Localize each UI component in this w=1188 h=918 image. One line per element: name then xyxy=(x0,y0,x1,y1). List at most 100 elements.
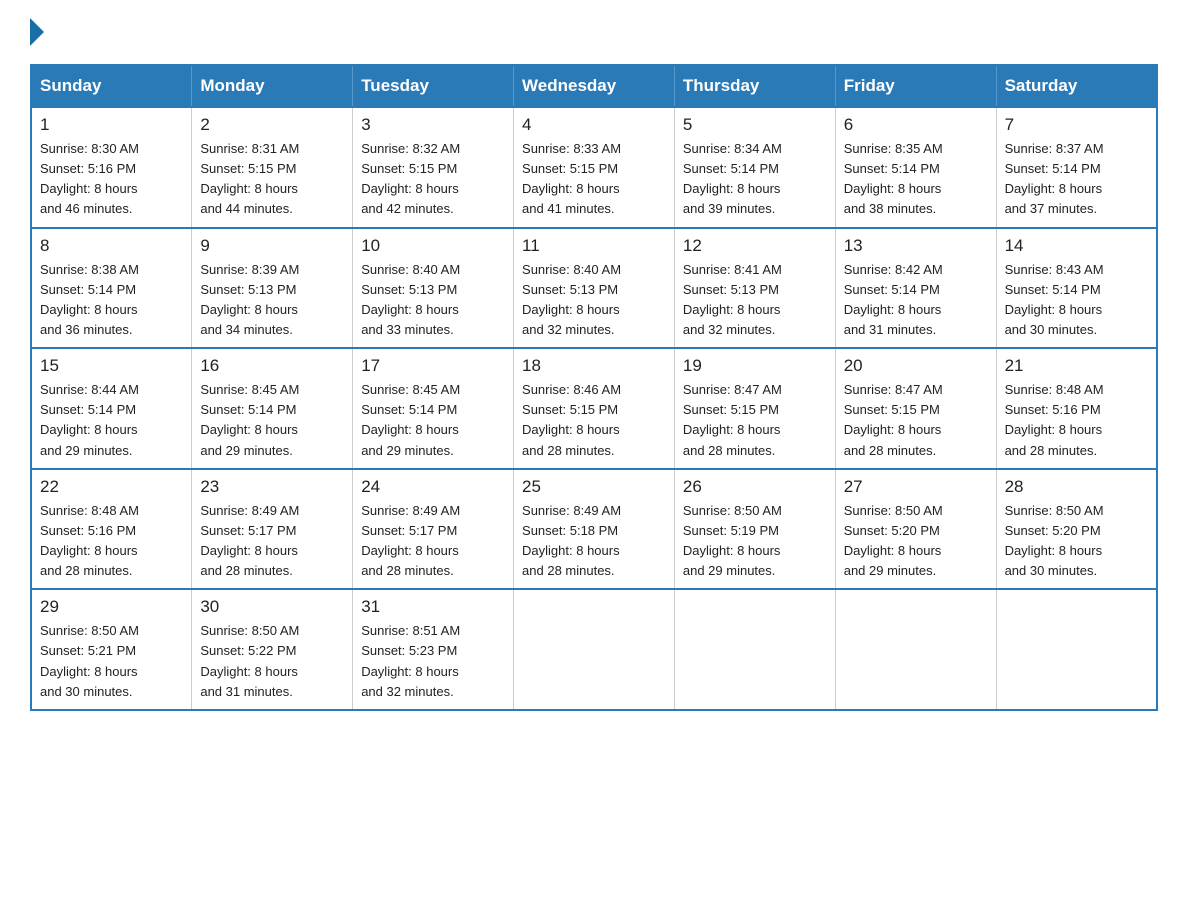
day-info: Sunrise: 8:30 AMSunset: 5:16 PMDaylight:… xyxy=(40,139,183,220)
day-info: Sunrise: 8:47 AMSunset: 5:15 PMDaylight:… xyxy=(844,380,988,461)
day-number: 1 xyxy=(40,115,183,135)
day-info: Sunrise: 8:50 AMSunset: 5:19 PMDaylight:… xyxy=(683,501,827,582)
day-number: 25 xyxy=(522,477,666,497)
calendar-week-row: 15 Sunrise: 8:44 AMSunset: 5:14 PMDayligh… xyxy=(31,348,1157,469)
calendar-cell: 10 Sunrise: 8:40 AMSunset: 5:13 PMDayligh… xyxy=(353,228,514,349)
day-info: Sunrise: 8:34 AMSunset: 5:14 PMDaylight:… xyxy=(683,139,827,220)
calendar-cell: 19 Sunrise: 8:47 AMSunset: 5:15 PMDayligh… xyxy=(674,348,835,469)
calendar-cell: 17Sunrise: 8:45 AMSunset: 5:14 PMDayligh… xyxy=(353,348,514,469)
day-number: 2 xyxy=(200,115,344,135)
weekday-header-row: SundayMondayTuesdayWednesdayThursdayFrid… xyxy=(31,65,1157,107)
day-number: 17 xyxy=(361,356,505,376)
day-info: Sunrise: 8:50 AMSunset: 5:21 PMDaylight:… xyxy=(40,621,183,702)
day-info: Sunrise: 8:40 AMSunset: 5:13 PMDaylight:… xyxy=(522,260,666,341)
day-number: 29 xyxy=(40,597,183,617)
calendar-cell: 9 Sunrise: 8:39 AMSunset: 5:13 PMDaylight… xyxy=(192,228,353,349)
calendar-cell: 30 Sunrise: 8:50 AMSunset: 5:22 PMDayligh… xyxy=(192,589,353,710)
weekday-header-wednesday: Wednesday xyxy=(514,65,675,107)
calendar-cell: 2 Sunrise: 8:31 AMSunset: 5:15 PMDaylight… xyxy=(192,107,353,228)
day-info: Sunrise: 8:43 AMSunset: 5:14 PMDaylight:… xyxy=(1005,260,1148,341)
calendar-cell: 5Sunrise: 8:34 AMSunset: 5:14 PMDaylight… xyxy=(674,107,835,228)
day-info: Sunrise: 8:46 AMSunset: 5:15 PMDaylight:… xyxy=(522,380,666,461)
calendar-cell: 7Sunrise: 8:37 AMSunset: 5:14 PMDaylight… xyxy=(996,107,1157,228)
day-info: Sunrise: 8:49 AMSunset: 5:18 PMDaylight:… xyxy=(522,501,666,582)
logo xyxy=(30,20,47,46)
day-number: 26 xyxy=(683,477,827,497)
weekday-header-friday: Friday xyxy=(835,65,996,107)
day-number: 22 xyxy=(40,477,183,497)
day-number: 13 xyxy=(844,236,988,256)
calendar-cell: 31Sunrise: 8:51 AMSunset: 5:23 PMDayligh… xyxy=(353,589,514,710)
day-number: 8 xyxy=(40,236,183,256)
logo-blue-row xyxy=(30,22,47,46)
day-info: Sunrise: 8:39 AMSunset: 5:13 PMDaylight:… xyxy=(200,260,344,341)
header xyxy=(30,20,1158,46)
day-number: 31 xyxy=(361,597,505,617)
calendar-cell: 8Sunrise: 8:38 AMSunset: 5:14 PMDaylight… xyxy=(31,228,192,349)
weekday-header-saturday: Saturday xyxy=(996,65,1157,107)
calendar-cell: 3 Sunrise: 8:32 AMSunset: 5:15 PMDaylight… xyxy=(353,107,514,228)
day-info: Sunrise: 8:47 AMSunset: 5:15 PMDaylight:… xyxy=(683,380,827,461)
weekday-header-monday: Monday xyxy=(192,65,353,107)
day-info: Sunrise: 8:44 AMSunset: 5:14 PMDaylight:… xyxy=(40,380,183,461)
day-info: Sunrise: 8:49 AMSunset: 5:17 PMDaylight:… xyxy=(361,501,505,582)
calendar-cell: 28 Sunrise: 8:50 AMSunset: 5:20 PMDayligh… xyxy=(996,469,1157,590)
day-info: Sunrise: 8:40 AMSunset: 5:13 PMDaylight:… xyxy=(361,260,505,341)
calendar-week-row: 8Sunrise: 8:38 AMSunset: 5:14 PMDaylight… xyxy=(31,228,1157,349)
day-number: 11 xyxy=(522,236,666,256)
calendar-cell: 18 Sunrise: 8:46 AMSunset: 5:15 PMDayligh… xyxy=(514,348,675,469)
calendar-week-row: 1 Sunrise: 8:30 AMSunset: 5:16 PMDaylight… xyxy=(31,107,1157,228)
day-info: Sunrise: 8:48 AMSunset: 5:16 PMDaylight:… xyxy=(40,501,183,582)
day-number: 21 xyxy=(1005,356,1148,376)
calendar-cell: 27 Sunrise: 8:50 AMSunset: 5:20 PMDayligh… xyxy=(835,469,996,590)
day-info: Sunrise: 8:32 AMSunset: 5:15 PMDaylight:… xyxy=(361,139,505,220)
day-number: 4 xyxy=(522,115,666,135)
day-number: 16 xyxy=(200,356,344,376)
calendar-cell: 11 Sunrise: 8:40 AMSunset: 5:13 PMDayligh… xyxy=(514,228,675,349)
calendar-cell: 15 Sunrise: 8:44 AMSunset: 5:14 PMDayligh… xyxy=(31,348,192,469)
day-number: 24 xyxy=(361,477,505,497)
day-info: Sunrise: 8:45 AMSunset: 5:14 PMDaylight:… xyxy=(200,380,344,461)
calendar-cell xyxy=(835,589,996,710)
day-info: Sunrise: 8:31 AMSunset: 5:15 PMDaylight:… xyxy=(200,139,344,220)
calendar-week-row: 29 Sunrise: 8:50 AMSunset: 5:21 PMDayligh… xyxy=(31,589,1157,710)
day-info: Sunrise: 8:50 AMSunset: 5:20 PMDaylight:… xyxy=(1005,501,1148,582)
calendar-cell: 22 Sunrise: 8:48 AMSunset: 5:16 PMDayligh… xyxy=(31,469,192,590)
day-number: 6 xyxy=(844,115,988,135)
day-info: Sunrise: 8:42 AMSunset: 5:14 PMDaylight:… xyxy=(844,260,988,341)
day-number: 19 xyxy=(683,356,827,376)
calendar-cell: 20 Sunrise: 8:47 AMSunset: 5:15 PMDayligh… xyxy=(835,348,996,469)
day-info: Sunrise: 8:33 AMSunset: 5:15 PMDaylight:… xyxy=(522,139,666,220)
calendar-table: SundayMondayTuesdayWednesdayThursdayFrid… xyxy=(30,64,1158,711)
day-number: 15 xyxy=(40,356,183,376)
calendar-cell: 23 Sunrise: 8:49 AMSunset: 5:17 PMDayligh… xyxy=(192,469,353,590)
day-info: Sunrise: 8:50 AMSunset: 5:20 PMDaylight:… xyxy=(844,501,988,582)
day-number: 27 xyxy=(844,477,988,497)
calendar-cell: 4 Sunrise: 8:33 AMSunset: 5:15 PMDaylight… xyxy=(514,107,675,228)
calendar-cell: 16 Sunrise: 8:45 AMSunset: 5:14 PMDayligh… xyxy=(192,348,353,469)
day-number: 18 xyxy=(522,356,666,376)
day-number: 20 xyxy=(844,356,988,376)
calendar-cell: 21Sunrise: 8:48 AMSunset: 5:16 PMDayligh… xyxy=(996,348,1157,469)
calendar-cell: 14Sunrise: 8:43 AMSunset: 5:14 PMDayligh… xyxy=(996,228,1157,349)
calendar-cell: 29 Sunrise: 8:50 AMSunset: 5:21 PMDayligh… xyxy=(31,589,192,710)
calendar-cell xyxy=(514,589,675,710)
calendar-week-row: 22 Sunrise: 8:48 AMSunset: 5:16 PMDayligh… xyxy=(31,469,1157,590)
calendar-cell: 25 Sunrise: 8:49 AMSunset: 5:18 PMDayligh… xyxy=(514,469,675,590)
day-number: 10 xyxy=(361,236,505,256)
calendar-cell: 1 Sunrise: 8:30 AMSunset: 5:16 PMDaylight… xyxy=(31,107,192,228)
weekday-header-tuesday: Tuesday xyxy=(353,65,514,107)
day-number: 3 xyxy=(361,115,505,135)
logo-triangle-icon xyxy=(30,18,44,46)
day-number: 23 xyxy=(200,477,344,497)
day-info: Sunrise: 8:50 AMSunset: 5:22 PMDaylight:… xyxy=(200,621,344,702)
day-info: Sunrise: 8:41 AMSunset: 5:13 PMDaylight:… xyxy=(683,260,827,341)
day-number: 7 xyxy=(1005,115,1148,135)
day-number: 9 xyxy=(200,236,344,256)
day-number: 12 xyxy=(683,236,827,256)
day-number: 28 xyxy=(1005,477,1148,497)
calendar-cell: 12 Sunrise: 8:41 AMSunset: 5:13 PMDayligh… xyxy=(674,228,835,349)
day-info: Sunrise: 8:49 AMSunset: 5:17 PMDaylight:… xyxy=(200,501,344,582)
day-number: 30 xyxy=(200,597,344,617)
calendar-cell: 13 Sunrise: 8:42 AMSunset: 5:14 PMDayligh… xyxy=(835,228,996,349)
